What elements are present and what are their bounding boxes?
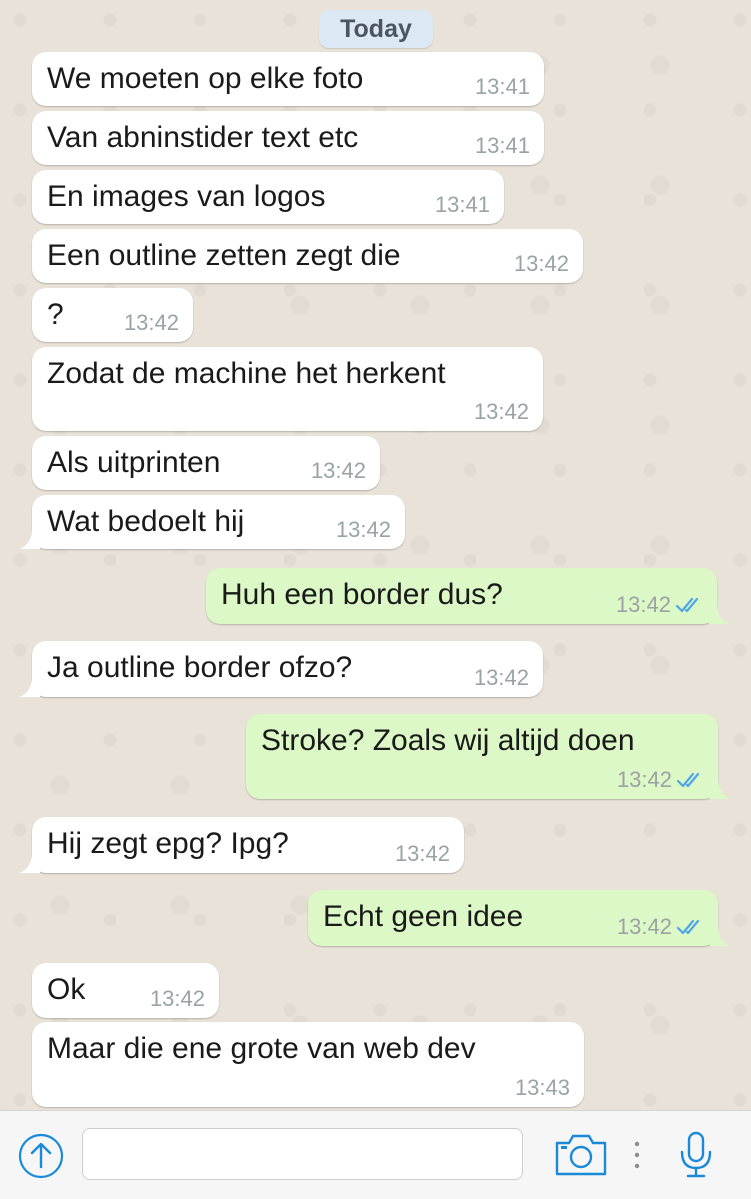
double-check-icon bbox=[676, 772, 700, 788]
message-time: 13:42 bbox=[149, 986, 205, 1011]
message-bubble[interactable]: Ok 13:42 bbox=[32, 963, 219, 1018]
message-time: 13:42 bbox=[615, 592, 671, 617]
message-time: 13:42 bbox=[473, 665, 529, 690]
chat-area[interactable]: Today We moeten op elke foto 13:41 Van a… bbox=[0, 0, 751, 1110]
message-time: 13:41 bbox=[474, 74, 530, 99]
message-bubble[interactable]: Huh een border dus? 13:42 bbox=[206, 568, 729, 624]
message-text: Als uitprinten bbox=[47, 446, 221, 479]
message-time: 13:42 bbox=[616, 767, 672, 792]
message-text: Huh een border dus? bbox=[221, 578, 503, 611]
message-text: Zodat de machine het herkent bbox=[47, 357, 446, 390]
message-bubble[interactable]: Als uitprinten 13:42 bbox=[32, 436, 380, 490]
message-input[interactable] bbox=[82, 1128, 523, 1180]
date-divider: Today bbox=[319, 10, 433, 48]
vertical-dots-icon[interactable] bbox=[632, 1140, 642, 1170]
message-text: Ok bbox=[47, 973, 86, 1006]
bubble-tail bbox=[710, 926, 730, 946]
message-text: We moeten op elke foto bbox=[47, 62, 364, 95]
message-time: 13:43 bbox=[514, 1075, 570, 1100]
message-time: 13:41 bbox=[474, 133, 530, 158]
message-text: En images van logos bbox=[47, 180, 326, 213]
message-time: 13:42 bbox=[616, 914, 672, 939]
message-bubble[interactable]: Echt geen idee 13:42 bbox=[308, 890, 730, 946]
message-time: 13:42 bbox=[310, 458, 366, 483]
plus-circle-icon[interactable] bbox=[18, 1133, 64, 1179]
message-time: 13:42 bbox=[513, 251, 569, 276]
double-check-icon bbox=[676, 919, 700, 935]
message-time: 13:42 bbox=[473, 399, 529, 424]
message-time: 13:42 bbox=[123, 310, 179, 335]
message-text: Echt geen idee bbox=[323, 900, 524, 933]
message-bubble[interactable]: Hij zegt epg? Ipg? 13:42 bbox=[20, 817, 464, 873]
message-bubble[interactable]: Wat bedoelt hij 13:42 bbox=[20, 495, 405, 549]
message-text: Wat bedoelt hij bbox=[47, 505, 245, 538]
bubble-tail bbox=[20, 677, 40, 697]
bubble-tail bbox=[20, 529, 40, 549]
message-time: 13:42 bbox=[335, 517, 391, 542]
message-text: Stroke? Zoals wij altijd doen bbox=[261, 724, 635, 757]
camera-icon[interactable] bbox=[554, 1133, 608, 1177]
message-bubble[interactable]: Van abninstider text etc 13:41 bbox=[32, 111, 544, 165]
message-bubble[interactable]: ? 13:42 bbox=[32, 288, 193, 342]
double-check-icon bbox=[675, 597, 699, 613]
message-bubble[interactable]: Zodat de machine het herkent 13:42 bbox=[32, 347, 543, 431]
message-text: Een outline zetten zegt die bbox=[47, 239, 401, 272]
message-text: Hij zegt epg? Ipg? bbox=[47, 827, 289, 860]
message-text: Ja outline border ofzo? bbox=[47, 651, 353, 684]
message-text: ? bbox=[47, 298, 64, 331]
message-text: Van abninstider text etc bbox=[47, 121, 359, 154]
message-bubble[interactable]: En images van logos 13:41 bbox=[32, 170, 504, 224]
microphone-icon[interactable] bbox=[676, 1130, 716, 1180]
message-time: 13:41 bbox=[434, 192, 490, 217]
message-bubble[interactable]: Een outline zetten zegt die 13:42 bbox=[32, 229, 583, 283]
message-bubble[interactable]: Ja outline border ofzo? 13:42 bbox=[20, 641, 543, 697]
message-time: 13:42 bbox=[394, 841, 450, 866]
message-bubble[interactable]: Maar die ene grote van web dev 13:43 bbox=[32, 1022, 584, 1107]
message-bubble[interactable]: We moeten op elke foto 13:41 bbox=[32, 52, 544, 106]
bubble-tail bbox=[20, 853, 40, 873]
message-text: Maar die ene grote van web dev bbox=[47, 1032, 476, 1065]
bubble-tail bbox=[710, 779, 730, 799]
message-bubble[interactable]: Stroke? Zoals wij altijd doen 13:42 bbox=[246, 714, 730, 799]
bubble-tail bbox=[709, 604, 729, 624]
